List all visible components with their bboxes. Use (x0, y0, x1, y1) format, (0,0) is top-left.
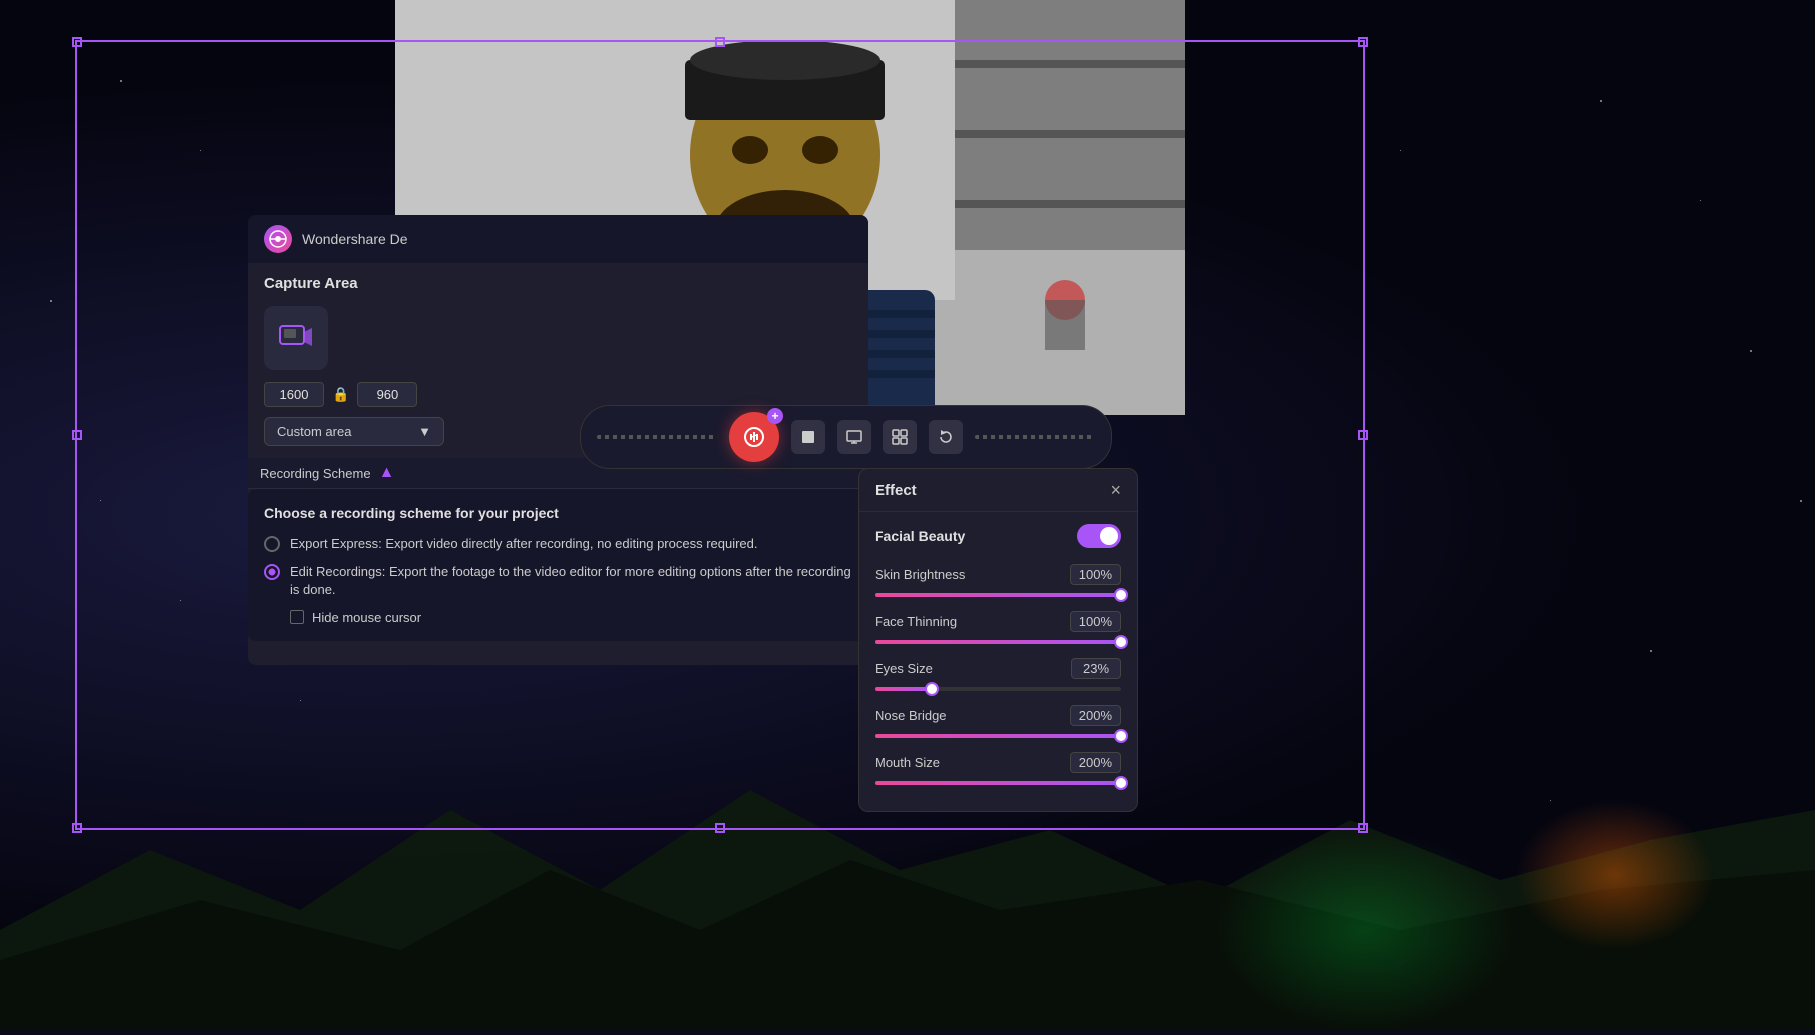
star (1750, 350, 1752, 352)
glow-green (1215, 830, 1515, 1030)
app-logo-icon (264, 225, 292, 253)
hide-cursor-row[interactable]: Hide mouse cursor (290, 610, 852, 625)
star (200, 150, 201, 151)
refresh-button[interactable] (929, 420, 963, 454)
width-input[interactable] (264, 382, 324, 407)
edit-recordings-label: Edit Recordings: Export the footage to t… (290, 563, 852, 599)
facial-beauty-row: Facial Beauty (875, 524, 1121, 548)
layout-button[interactable] (883, 420, 917, 454)
face-thinning-track[interactable] (875, 640, 1121, 644)
eyes-size-label: Eyes Size (875, 661, 933, 676)
nose-bridge-fill (875, 734, 1121, 738)
nose-bridge-label: Nose Bridge (875, 708, 947, 723)
eyes-size-track[interactable] (875, 687, 1121, 691)
timeline-right (975, 435, 1095, 439)
face-thinning-value: 100% (1070, 611, 1121, 632)
app-title: Wondershare De (302, 231, 408, 247)
face-thinning-fill (875, 640, 1121, 644)
eyes-size-header: Eyes Size 23% (875, 658, 1121, 679)
height-input[interactable] (357, 382, 417, 407)
capture-area-title: Capture Area (264, 275, 852, 292)
hide-cursor-label: Hide mouse cursor (312, 610, 421, 625)
eyes-size-section: Eyes Size 23% (875, 658, 1121, 691)
skin-brightness-thumb[interactable] (1114, 588, 1128, 602)
timeline-dots-right (975, 435, 1095, 439)
effect-close-button[interactable]: × (1110, 481, 1121, 499)
star (1700, 200, 1701, 201)
recording-scheme-section: Choose a recording scheme for your proje… (248, 489, 868, 641)
mouth-size-fill (875, 781, 1121, 785)
star (180, 600, 181, 601)
skin-brightness-header: Skin Brightness 100% (875, 564, 1121, 585)
star (1400, 150, 1401, 151)
scheme-arrow: ▲ (379, 464, 395, 482)
face-thinning-label: Face Thinning (875, 614, 957, 629)
facial-beauty-toggle[interactable] (1077, 524, 1121, 548)
plus-badge: + (767, 408, 783, 424)
eyes-size-value: 23% (1071, 658, 1121, 679)
radio-export-express[interactable] (264, 536, 280, 552)
app-titlebar: Wondershare De (248, 215, 868, 263)
star (1600, 100, 1602, 102)
radio-edit-recordings[interactable] (264, 564, 280, 580)
radio-option-export-express[interactable]: Export Express: Export video directly af… (264, 535, 852, 553)
effect-body: Facial Beauty Skin Brightness 100% Face … (859, 512, 1137, 811)
effect-panel: Effect × Facial Beauty Skin Brightness 1… (858, 468, 1138, 812)
dropdown-arrow: ▼ (418, 424, 431, 439)
skin-brightness-label: Skin Brightness (875, 567, 965, 582)
timeline-left (597, 435, 717, 439)
mouth-size-thumb[interactable] (1114, 776, 1128, 790)
facial-beauty-label: Facial Beauty (875, 528, 965, 544)
scheme-section-title: Choose a recording scheme for your proje… (264, 505, 852, 521)
skin-brightness-fill (875, 593, 1121, 597)
star (50, 300, 52, 302)
hide-cursor-checkbox[interactable] (290, 610, 304, 624)
nose-bridge-track[interactable] (875, 734, 1121, 738)
screen-button[interactable] (837, 420, 871, 454)
stop-button[interactable] (791, 420, 825, 454)
export-express-label: Export Express: Export video directly af… (290, 535, 758, 553)
recording-toolbar: + (580, 405, 1112, 469)
star (1650, 650, 1652, 652)
timeline-dots-left (597, 435, 717, 439)
mouth-size-label: Mouth Size (875, 755, 940, 770)
record-button[interactable]: + (729, 412, 779, 462)
effect-header: Effect × (859, 469, 1137, 512)
mouth-size-header: Mouth Size 200% (875, 752, 1121, 773)
face-thinning-header: Face Thinning 100% (875, 611, 1121, 632)
resolution-row: 🔒 (264, 382, 852, 407)
capture-icon-button[interactable] (264, 306, 328, 370)
skin-brightness-track[interactable] (875, 593, 1121, 597)
radio-option-edit-recordings[interactable]: Edit Recordings: Export the footage to t… (264, 563, 852, 599)
mouth-size-value: 200% (1070, 752, 1121, 773)
skin-brightness-section: Skin Brightness 100% (875, 564, 1121, 597)
glow-orange (1515, 800, 1715, 950)
facial-beauty-knob (1100, 527, 1118, 545)
mouth-size-track[interactable] (875, 781, 1121, 785)
nose-bridge-header: Nose Bridge 200% (875, 705, 1121, 726)
mouth-size-section: Mouth Size 200% (875, 752, 1121, 785)
skin-brightness-value: 100% (1070, 564, 1121, 585)
star (100, 500, 101, 501)
eyes-size-thumb[interactable] (925, 682, 939, 696)
star (300, 700, 301, 701)
dropdown-label: Custom area (277, 424, 351, 439)
star (120, 80, 122, 82)
lock-icon: 🔒 (332, 386, 349, 403)
nose-bridge-section: Nose Bridge 200% (875, 705, 1121, 738)
nose-bridge-value: 200% (1070, 705, 1121, 726)
face-thinning-section: Face Thinning 100% (875, 611, 1121, 644)
eyes-size-fill (875, 687, 932, 691)
effect-title: Effect (875, 482, 917, 499)
recording-scheme-label: Recording Scheme (260, 466, 371, 481)
nose-bridge-thumb[interactable] (1114, 729, 1128, 743)
star (1800, 500, 1802, 502)
capture-area-dropdown[interactable]: Custom area ▼ (264, 417, 444, 446)
face-thinning-thumb[interactable] (1114, 635, 1128, 649)
